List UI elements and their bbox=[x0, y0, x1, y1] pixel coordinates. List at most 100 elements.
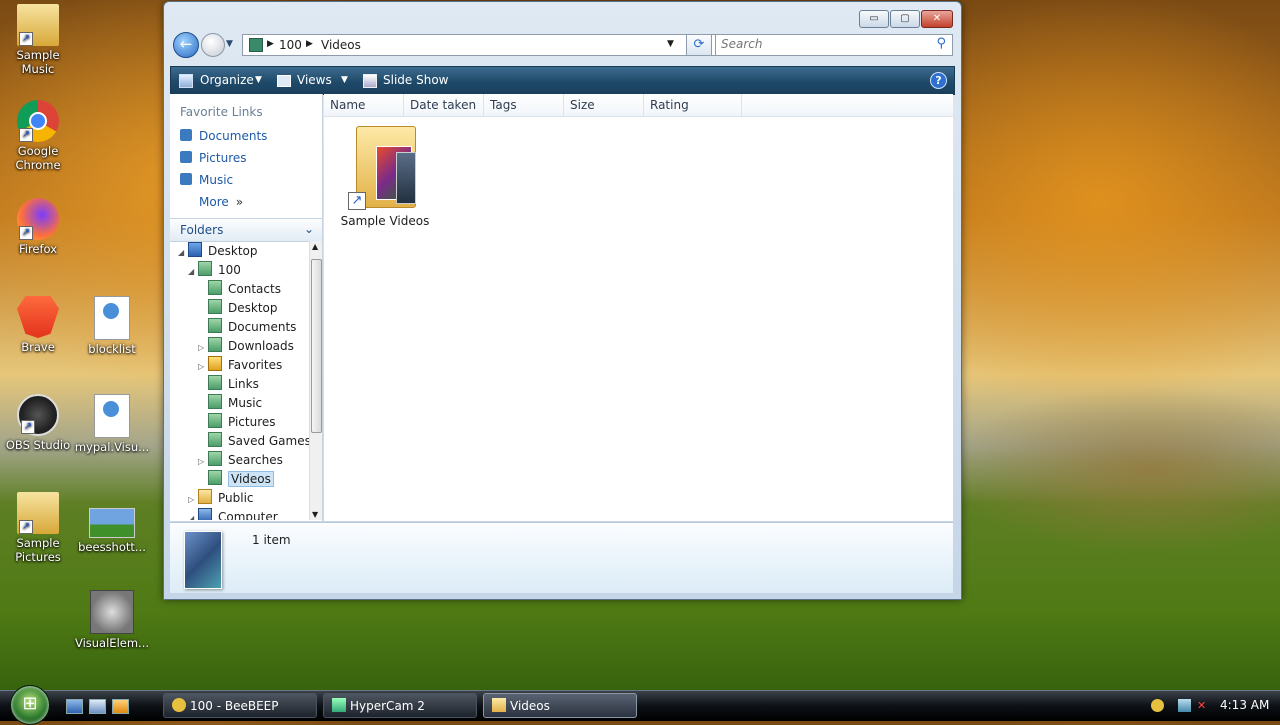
desktop-icon-google-chrome[interactable]: ↗ Google Chrome bbox=[0, 100, 76, 172]
tree-item-saved-games[interactable]: Saved Games bbox=[208, 432, 310, 451]
address-bar[interactable]: ▶ 100 ▶ Videos ▼ bbox=[242, 34, 716, 56]
favorite-link-documents[interactable]: Documents bbox=[180, 129, 267, 147]
taskbar-button-beebeep[interactable]: 100 - BeeBEEP bbox=[163, 693, 317, 718]
address-dropdown-icon[interactable]: ▼ bbox=[667, 39, 674, 49]
taskbar-button-label: 100 - BeeBEEP bbox=[190, 699, 279, 713]
breadcrumb-100[interactable]: 100 bbox=[279, 38, 302, 52]
scrollbar-thumb[interactable] bbox=[311, 259, 322, 433]
slideshow-button[interactable]: Slide Show bbox=[383, 73, 448, 87]
user-folder-icon bbox=[198, 261, 212, 276]
music-folder-icon bbox=[208, 394, 222, 409]
media-player-icon[interactable] bbox=[112, 699, 129, 714]
more-label: More bbox=[199, 195, 229, 209]
more-links-button[interactable]: More » bbox=[199, 195, 243, 213]
tree-item-searches[interactable]: ▷ Searches bbox=[198, 451, 283, 470]
caption-buttons: ▭ ▢ ✕ bbox=[859, 10, 953, 28]
folders-header[interactable]: Folders ⌄ bbox=[170, 218, 322, 242]
chevron-down-icon: ▼ bbox=[341, 75, 348, 85]
contacts-folder-icon bbox=[208, 280, 222, 295]
desktop-icon-sample-pictures[interactable]: ↗ Sample Pictures bbox=[0, 492, 76, 564]
shortcut-arrow-icon: ↗ bbox=[19, 226, 33, 240]
organize-button[interactable]: Organize bbox=[200, 73, 254, 87]
tree-item-contacts[interactable]: Contacts bbox=[208, 280, 281, 299]
folder-tree-scrollbar[interactable]: ▲ ▼ bbox=[309, 241, 322, 520]
links-folder-icon bbox=[208, 375, 222, 390]
tree-item-pictures[interactable]: Pictures bbox=[208, 413, 276, 432]
pictures-icon bbox=[180, 151, 192, 163]
search-input[interactable] bbox=[716, 35, 921, 53]
taskbar-button-label: Videos bbox=[510, 699, 550, 713]
desktop-icon-blocklist[interactable]: blocklist bbox=[74, 296, 150, 356]
tree-item-music[interactable]: Music bbox=[208, 394, 262, 413]
expand-arrow-icon[interactable]: ▷ bbox=[198, 362, 208, 371]
search-icon[interactable]: ⚲ bbox=[936, 36, 946, 51]
desktop-icon-mypal[interactable]: mypal.Visu... bbox=[74, 394, 150, 454]
tree-item-desktop-sub[interactable]: Desktop bbox=[208, 299, 278, 318]
desktop-icon-visualelem[interactable]: VisualElem... bbox=[74, 590, 150, 650]
show-desktop-icon[interactable] bbox=[66, 699, 83, 714]
recent-pages-dropdown-icon[interactable]: ▼ bbox=[226, 39, 233, 49]
volume-muted-icon[interactable]: ✕ bbox=[1197, 699, 1210, 712]
breadcrumb-videos[interactable]: Videos bbox=[321, 38, 361, 52]
tree-item-documents[interactable]: Documents bbox=[208, 318, 296, 337]
videos-folder-icon bbox=[208, 470, 222, 485]
taskbar-button-videos[interactable]: Videos bbox=[483, 693, 637, 718]
tree-item-videos[interactable]: Videos bbox=[208, 470, 274, 489]
tree-item-computer[interactable]: ◢ Computer bbox=[188, 508, 278, 520]
desktop-icon-firefox[interactable]: ↗ Firefox bbox=[0, 198, 76, 256]
taskbar-button-hypercam[interactable]: HyperCam 2 bbox=[323, 693, 477, 718]
tree-item-downloads[interactable]: ▷ Downloads bbox=[198, 337, 294, 356]
scroll-down-icon[interactable]: ▼ bbox=[312, 510, 318, 519]
breadcrumb-separator-icon: ▶ bbox=[306, 39, 313, 49]
network-icon[interactable] bbox=[1178, 699, 1191, 712]
collapse-arrow-icon[interactable]: ◢ bbox=[188, 514, 198, 520]
start-button[interactable]: ⊞ bbox=[10, 685, 50, 725]
desktop-icon-beesshot[interactable]: beesshott... bbox=[74, 508, 150, 554]
file-item-sample-videos[interactable]: ↗ Sample Videos bbox=[334, 122, 436, 234]
video-folder-icon: ↗ bbox=[348, 122, 418, 210]
favorite-link-pictures[interactable]: Pictures bbox=[180, 151, 247, 169]
close-button[interactable]: ✕ bbox=[921, 10, 953, 28]
favorite-link-music[interactable]: Music bbox=[180, 173, 233, 191]
folder-icon bbox=[198, 489, 212, 504]
desktop-icon-sample-music[interactable]: ↗ Sample Music bbox=[0, 4, 76, 76]
expand-arrow-icon[interactable]: ▷ bbox=[198, 343, 208, 352]
minimize-button[interactable]: ▭ bbox=[859, 10, 889, 28]
views-icon bbox=[277, 75, 291, 87]
column-header-tags[interactable]: Tags bbox=[484, 94, 564, 116]
navigation-pane: Favorite Links Documents Pictures Music … bbox=[170, 94, 323, 521]
collapse-arrow-icon[interactable]: ◢ bbox=[178, 248, 188, 257]
scroll-up-icon[interactable]: ▲ bbox=[312, 242, 318, 251]
clock[interactable]: 4:13 AM bbox=[1220, 698, 1269, 712]
tree-item-desktop[interactable]: ◢ Desktop bbox=[178, 242, 258, 261]
maximize-button[interactable]: ▢ bbox=[890, 10, 920, 28]
searches-folder-icon bbox=[208, 451, 222, 466]
help-button[interactable]: ? bbox=[930, 72, 947, 89]
search-box[interactable]: ⚲ bbox=[715, 34, 953, 56]
column-header-size[interactable]: Size bbox=[564, 94, 644, 116]
image-thumbnail-icon bbox=[89, 508, 135, 538]
breadcrumb-separator-icon: ▶ bbox=[267, 39, 274, 49]
tree-item-public[interactable]: ▷ Public bbox=[188, 489, 254, 508]
expand-arrow-icon[interactable]: ▷ bbox=[188, 495, 198, 504]
desktop-icon-label: Sample Pictures bbox=[15, 536, 61, 564]
column-header-rating[interactable]: Rating bbox=[644, 94, 742, 116]
desktop-icon-obs-studio[interactable]: ↗ OBS Studio bbox=[0, 394, 76, 452]
desktop-icon-label: OBS Studio bbox=[5, 438, 71, 452]
column-header-name[interactable]: Name bbox=[324, 94, 404, 116]
slideshow-icon bbox=[363, 74, 377, 88]
views-button[interactable]: Views bbox=[297, 73, 332, 87]
collapse-arrow-icon[interactable]: ◢ bbox=[188, 267, 198, 276]
forward-button[interactable] bbox=[201, 33, 225, 57]
column-header-date-taken[interactable]: Date taken bbox=[404, 94, 484, 116]
expand-arrow-icon[interactable]: ▷ bbox=[198, 457, 208, 466]
refresh-button[interactable]: ⟳ bbox=[686, 34, 712, 56]
desktop-folder-icon bbox=[188, 242, 202, 257]
tree-item-user-100[interactable]: ◢ 100 bbox=[188, 261, 241, 280]
tray-app-icon[interactable] bbox=[1151, 699, 1164, 712]
desktop-icon-brave[interactable]: Brave bbox=[0, 296, 76, 354]
back-button[interactable]: ← bbox=[173, 32, 199, 58]
tree-item-links[interactable]: Links bbox=[208, 375, 259, 394]
tree-item-favorites[interactable]: ▷ Favorites bbox=[198, 356, 282, 375]
switch-windows-icon[interactable] bbox=[89, 699, 106, 714]
